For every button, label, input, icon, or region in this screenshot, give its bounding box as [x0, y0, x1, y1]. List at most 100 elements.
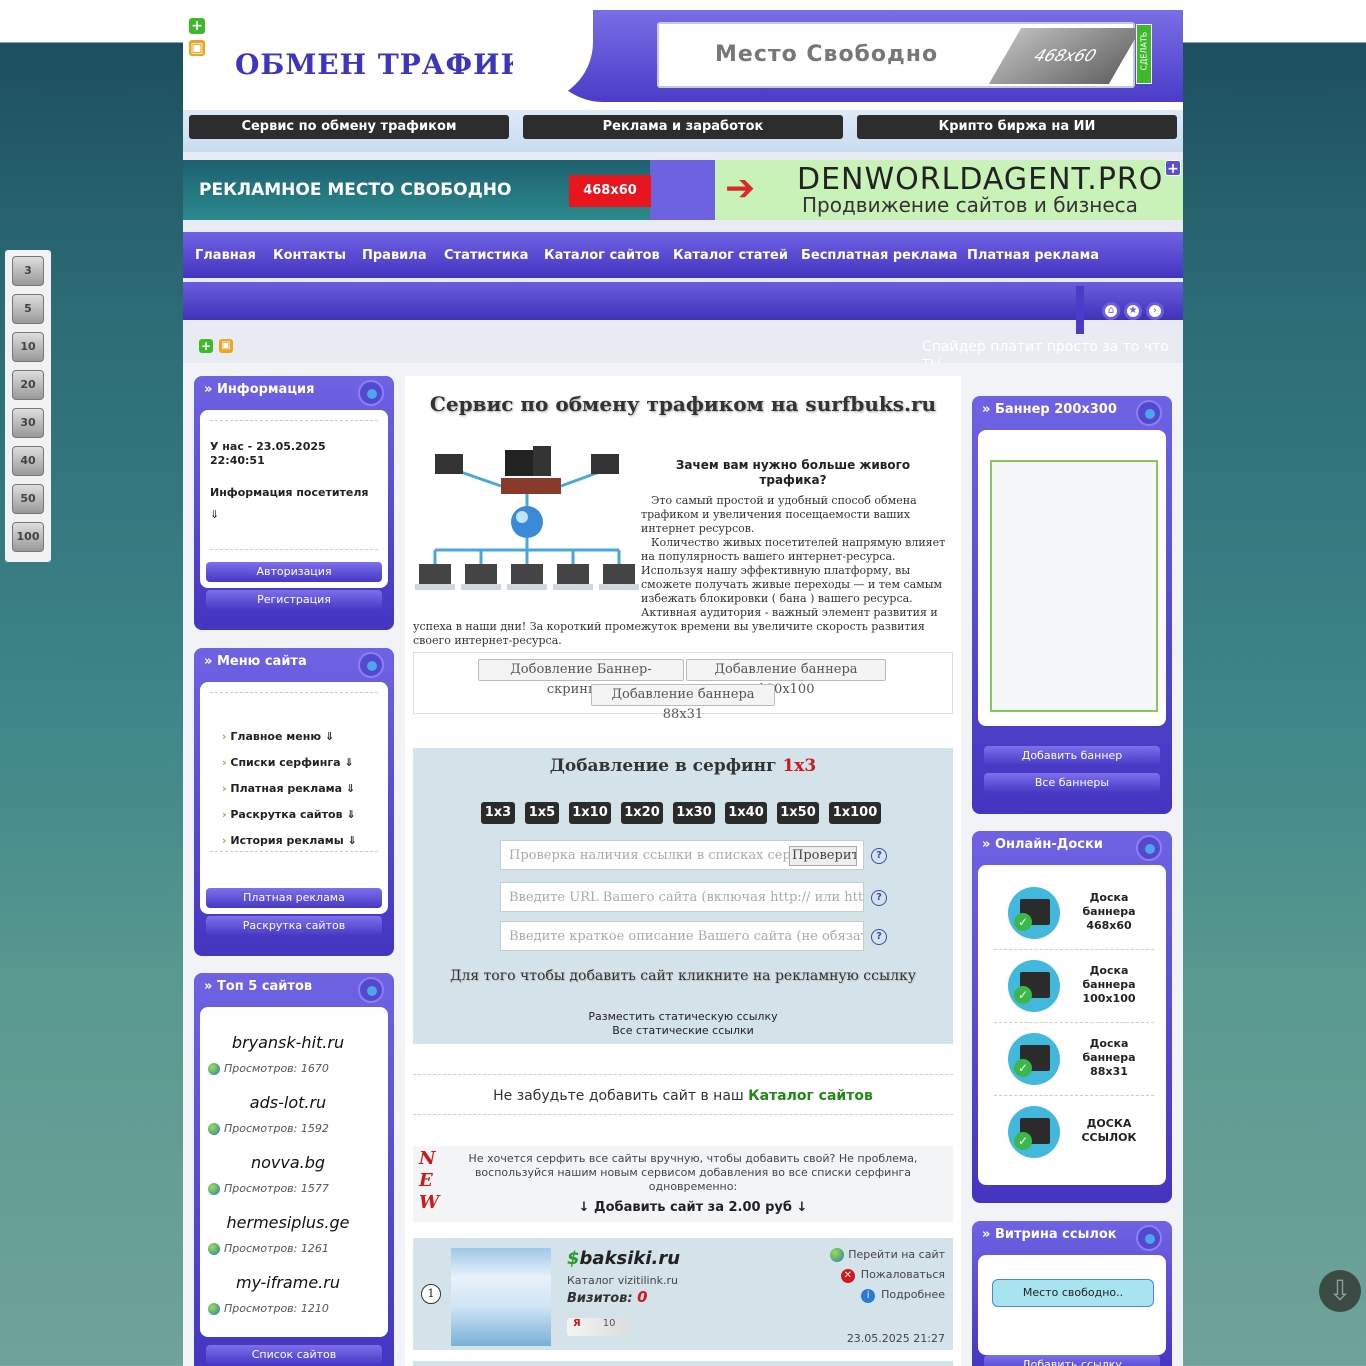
board-88-icon[interactable] — [1008, 1033, 1060, 1085]
add-banner-button[interactable]: Добавить баннер — [984, 746, 1160, 766]
menu-home[interactable]: Главная — [195, 248, 256, 263]
menu-item-main[interactable]: Главное меню ⇓ — [222, 730, 334, 743]
globe-icon — [208, 1243, 220, 1255]
banner-200x300-slot[interactable] — [990, 460, 1158, 712]
board-100-label[interactable]: Доска баннера 100x100 — [1074, 964, 1144, 1006]
menu-item-promotion[interactable]: Раскрутка сайтов ⇓ — [222, 808, 355, 821]
plus-icon[interactable]: + — [1165, 160, 1181, 177]
board-468-label[interactable]: Доска баннера 468x60 — [1074, 891, 1144, 933]
globe-icon — [1136, 1225, 1162, 1251]
nav-button-traffic[interactable]: Сервис по обмену трафиком — [189, 115, 509, 139]
board-100-icon[interactable] — [1008, 960, 1060, 1012]
star-icon[interactable]: ★ — [1124, 302, 1142, 320]
home-icon[interactable]: ⌂ — [1102, 302, 1120, 320]
add-link-button[interactable]: Добавить ссылку — [984, 1355, 1160, 1366]
promotion-button[interactable]: Раскрутка сайтов — [206, 916, 382, 936]
arrow-down-icon[interactable]: ⇓ — [210, 508, 219, 521]
size-40[interactable]: 40 — [12, 446, 44, 476]
top-site-2[interactable]: ads-lot.ru — [200, 1093, 376, 1112]
static-link-all[interactable]: Все статические ссылки — [413, 1024, 953, 1037]
surf-btn-1x20[interactable]: 1x20 — [621, 802, 663, 824]
go-to-site-link[interactable]: Перейти на сайт — [830, 1248, 945, 1262]
tab-banner-screenshot[interactable]: Добовление Баннер-скриншот — [478, 659, 684, 697]
listing-visits: Визитов: 0 — [567, 1288, 648, 1306]
rss-icon[interactable]: ▣ — [189, 40, 205, 56]
menu-item-history[interactable]: История рекламы ⇓ — [222, 834, 356, 847]
surf-btn-1x3[interactable]: 1x3 — [481, 802, 515, 824]
listing-site[interactable]: $baksiki.ru — [567, 1248, 680, 1269]
tab-banner-100[interactable]: Добавление баннера 100x100 — [686, 659, 886, 697]
ad-banner-denworld[interactable]: ➔ DENWORLDAGENT.PRO Продвижение сайтов и… — [715, 160, 1183, 220]
size-20[interactable]: 20 — [12, 370, 44, 400]
menu-site-catalog[interactable]: Каталог сайтов — [544, 248, 660, 263]
help-icon[interactable]: ? — [871, 890, 887, 906]
site-list-button[interactable]: Список сайтов — [206, 1345, 382, 1365]
surf-btn-1x5[interactable]: 1x5 — [525, 802, 559, 824]
panel-vitrina-title: Витрина ссылок — [982, 1227, 1117, 1242]
board-468-icon[interactable] — [1008, 887, 1060, 939]
description-input[interactable]: Введите краткое описание Вашего сайта (н… — [500, 921, 864, 951]
menu-paid-ads[interactable]: Платная реклама — [967, 248, 1099, 263]
intro-p2: Количество живых посетителей напрямую вл… — [641, 536, 946, 605]
ad-banner-free[interactable]: РЕКЛАМНОЕ МЕСТО СВОБОДНО 468x60 — [183, 160, 651, 220]
surf-btn-1x50[interactable]: 1x50 — [777, 802, 819, 824]
paid-ads-button[interactable]: Платная реклама — [206, 888, 382, 908]
next-icon[interactable]: › — [1146, 302, 1164, 320]
top-site-2-views: Просмотров: 1592 — [208, 1122, 329, 1135]
surf-btn-1x30[interactable]: 1x30 — [673, 802, 715, 824]
top-site-1[interactable]: bryansk-hit.ru — [200, 1033, 376, 1052]
nav-button-ads[interactable]: Реклама и заработок — [523, 115, 843, 139]
surf-btn-1x40[interactable]: 1x40 — [725, 802, 767, 824]
menu-free-ads[interactable]: Бесплатная реклама — [801, 248, 958, 263]
globe-icon — [358, 652, 384, 678]
nav-button-crypto[interactable]: Крипто биржа на ИИ — [857, 115, 1177, 139]
size-10[interactable]: 10 — [12, 332, 44, 362]
top-site-3[interactable]: novva.bg — [200, 1153, 376, 1172]
rss-icon-2[interactable]: ▣ — [219, 339, 233, 353]
side-make-tag[interactable]: СДЕЛАТЬ — [1136, 24, 1152, 84]
menu-article-catalog[interactable]: Каталог статей — [673, 248, 788, 263]
check-link-input[interactable]: Проверка наличия ссылки в списках серфин… — [500, 840, 864, 870]
size-3[interactable]: 3 — [12, 256, 44, 286]
surf-btn-1x10[interactable]: 1x10 — [569, 802, 611, 824]
size-selector: 3 5 10 20 30 40 50 100 — [5, 250, 51, 562]
page: + ▣ ОБМЕН ТРАФИКОМ Место Свободно 468x60… — [183, 10, 1183, 1366]
menu-contacts[interactable]: Контакты — [273, 248, 346, 263]
menu-item-surf-lists[interactable]: Списки серфинга ⇓ — [222, 756, 353, 769]
menu-stats[interactable]: Статистика — [444, 248, 528, 263]
board-links-icon[interactable] — [1008, 1106, 1060, 1158]
top-banner[interactable]: Место Свободно 468x60 — [657, 22, 1142, 88]
register-button[interactable]: Регистрация — [206, 590, 382, 610]
add-plus-icon-2[interactable]: + — [199, 339, 213, 353]
static-link-place[interactable]: Разместить статическую ссылку — [413, 1010, 953, 1023]
board-links-label[interactable]: ДОСКА ССЫЛОК — [1074, 1117, 1144, 1145]
help-icon[interactable]: ? — [871, 929, 887, 945]
size-100[interactable]: 100 — [12, 522, 44, 552]
check-button[interactable]: Проверить — [789, 846, 857, 866]
details-link[interactable]: i Подробнее — [861, 1288, 945, 1303]
size-30[interactable]: 30 — [12, 408, 44, 438]
scroll-down-icon[interactable]: ⇩ — [1319, 1270, 1361, 1312]
site-thumbnail[interactable] — [451, 1248, 551, 1346]
login-button[interactable]: Авторизация — [206, 562, 382, 582]
rank-badge: 1 — [421, 1284, 441, 1304]
main-menu: Главная Контакты Правила Статистика Ката… — [183, 232, 1183, 278]
all-banners-button[interactable]: Все баннеры — [984, 773, 1160, 793]
catalog-link[interactable]: Каталог сайтов — [748, 1088, 873, 1104]
vitrina-free-slot[interactable]: Место свободно.. — [992, 1279, 1154, 1307]
tab-banner-88[interactable]: Добавление баннера 88x31 — [591, 684, 775, 722]
top-site-5[interactable]: my-iframe.ru — [200, 1273, 376, 1292]
main-content: Сервис по обмену трафиком на surfbuks.ru… — [405, 376, 961, 1366]
help-icon[interactable]: ? — [871, 848, 887, 864]
add-plus-icon[interactable]: + — [189, 18, 205, 34]
url-input[interactable]: Введите URL Вашего сайта (включая http:/… — [500, 882, 864, 912]
surf-btn-1x100[interactable]: 1x100 — [829, 802, 881, 824]
size-5[interactable]: 5 — [12, 294, 44, 324]
menu-item-paid-ads[interactable]: Платная реклама ⇓ — [222, 782, 355, 795]
report-link[interactable]: ✕ Пожаловаться — [840, 1268, 945, 1283]
add-site-cta[interactable]: ↓ Добавить сайт за 2.00 руб ↓ — [463, 1200, 923, 1215]
menu-rules[interactable]: Правила — [362, 248, 427, 263]
size-50[interactable]: 50 — [12, 484, 44, 514]
board-88-label[interactable]: Доска баннера 88x31 — [1074, 1037, 1144, 1079]
top-site-4[interactable]: hermesiplus.ge — [200, 1213, 376, 1232]
